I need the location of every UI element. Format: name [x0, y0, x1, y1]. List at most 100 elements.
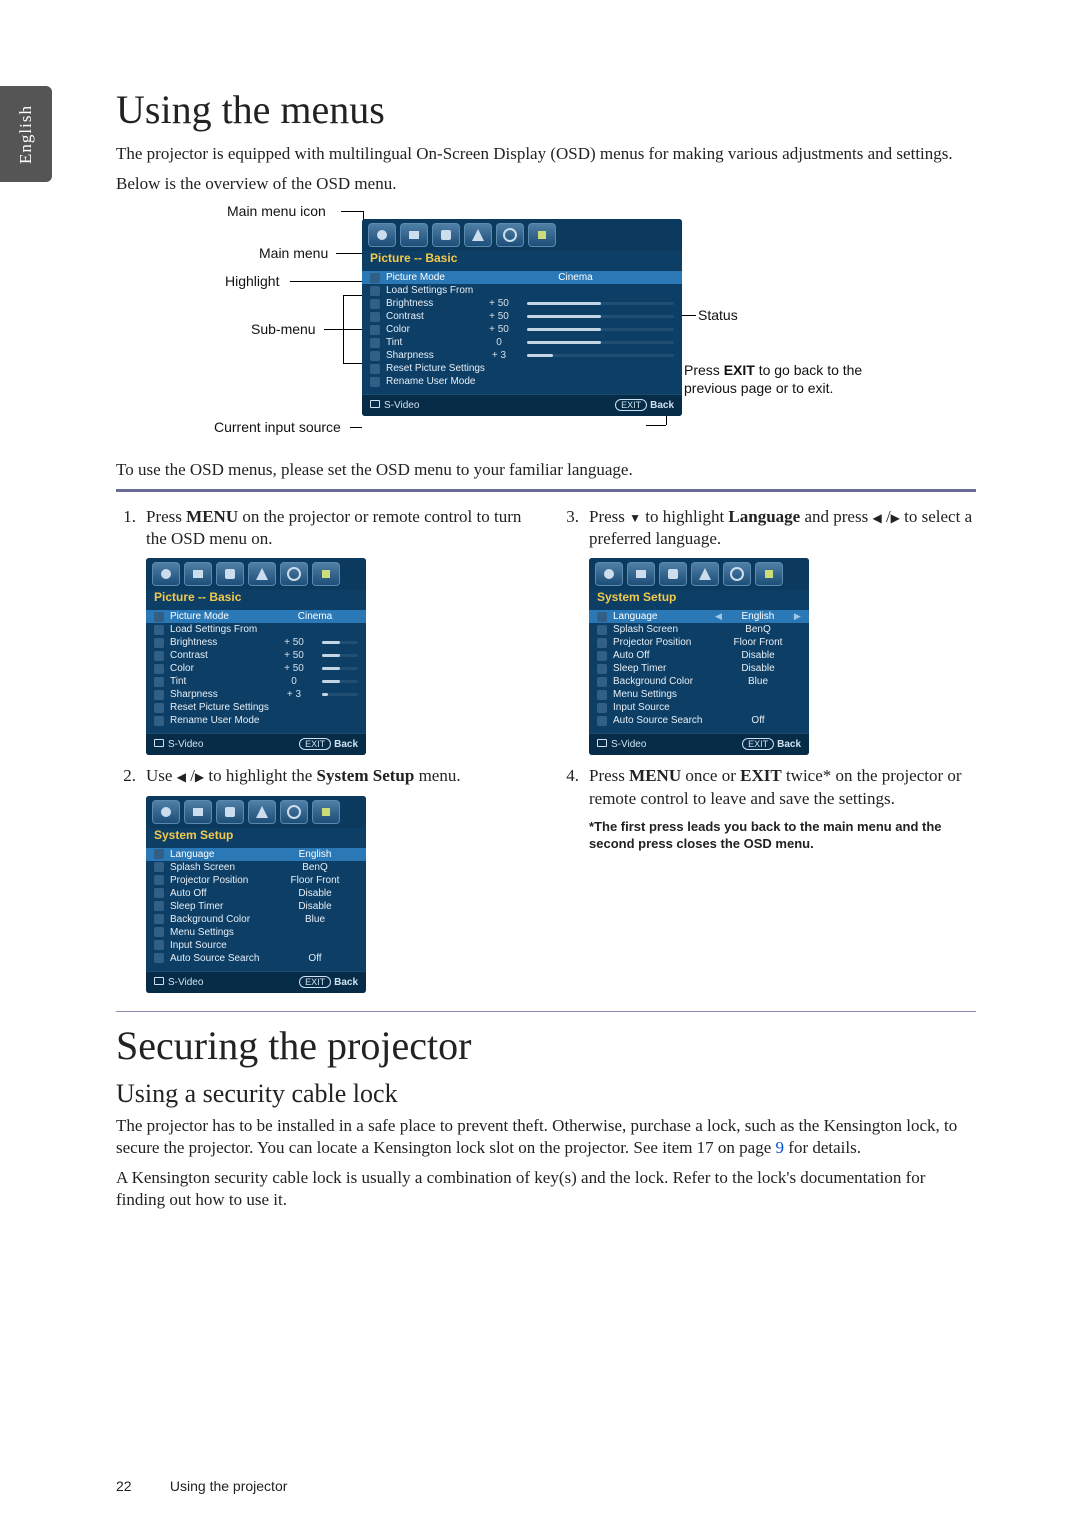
osd-panel-picture-basic-small: Picture -- Basic Picture ModeCinemaLoad … [146, 558, 366, 755]
osd-row: Menu Settings [146, 926, 366, 939]
osd-row: Sharpness+ 3 [362, 349, 682, 362]
osd-row: Auto OffDisable [146, 887, 366, 900]
separator [116, 489, 976, 492]
osd-row: Tint0 [146, 675, 366, 688]
osd-overview-diagram: Main menu icon Main menu Highlight Sub-m… [166, 203, 1026, 443]
step-3: 3. Press ▼ to highlight Language and pre… [559, 506, 976, 550]
step-1: 1. Press MENU on the projector or remote… [116, 506, 533, 550]
label-exit-hint: Press EXIT to go back to the previous pa… [684, 361, 914, 397]
osd-tab-icon [432, 223, 460, 247]
osd-tab-icon [691, 562, 719, 586]
osd-row: Brightness+ 50 [362, 297, 682, 310]
label-current-input: Current input source [214, 419, 341, 435]
osd-tab-icon [312, 800, 340, 824]
osd-tab-icon [216, 800, 244, 824]
osd-row: Menu Settings [589, 688, 809, 701]
osd-row: Splash ScreenBenQ [146, 861, 366, 874]
osd-row: Auto OffDisable [589, 649, 809, 662]
osd-tab-icon [280, 800, 308, 824]
step-4: 4. Press MENU once or EXIT twice* on the… [559, 765, 976, 809]
label-highlight: Highlight [225, 273, 279, 289]
separator [116, 1011, 976, 1012]
osd-row: Contrast+ 50 [362, 310, 682, 323]
osd-row: Projector PositionFloor Front [146, 874, 366, 887]
osd-rows-wide: Picture ModeCinemaLoad Settings FromBrig… [362, 271, 682, 388]
footer-section: Using the projector [170, 1478, 288, 1494]
steps-left: 1. Press MENU on the projector or remote… [116, 506, 533, 1002]
page-number: 22 [116, 1478, 166, 1494]
osd-tab-icon [248, 562, 276, 586]
osd-row: Auto Source SearchOff [146, 952, 366, 965]
osd-row: Language◀English▶ [589, 610, 809, 623]
osd-tab-icon [627, 562, 655, 586]
osd-row: Input Source [589, 701, 809, 714]
osd-row: Tint0 [362, 336, 682, 349]
page-ref-link[interactable]: 9 [776, 1138, 785, 1157]
intro-para-1: The projector is equipped with multiling… [116, 143, 976, 165]
osd-tab-icon [368, 223, 396, 247]
osd-row: Picture ModeCinema [146, 610, 366, 623]
osd-tab-icon [659, 562, 687, 586]
osd-row: Picture ModeCinema [362, 271, 682, 284]
label-main-menu-icon: Main menu icon [227, 203, 326, 219]
securing-para-1: The projector has to be installed in a s… [116, 1115, 976, 1159]
down-arrow-icon: ▼ [629, 511, 641, 527]
subsection-heading-cablelock: Using a security cable lock [116, 1079, 976, 1109]
osd-tab-icon [755, 562, 783, 586]
label-main-menu: Main menu [259, 245, 328, 261]
osd-row: Color+ 50 [362, 323, 682, 336]
osd-row: Rename User Mode [362, 375, 682, 388]
osd-row: Splash ScreenBenQ [589, 623, 809, 636]
osd-row: Background ColorBlue [146, 913, 366, 926]
osd-row: Reset Picture Settings [362, 362, 682, 375]
right-arrow-icon: ▶ [891, 511, 900, 527]
osd-tab-icon [184, 800, 212, 824]
osd-tab-icon [216, 562, 244, 586]
osd-row: Background ColorBlue [589, 675, 809, 688]
osd-panel-system-setup-right: System Setup Language◀English▶Splash Scr… [589, 558, 809, 755]
osd-row: Rename User Mode [146, 714, 366, 727]
osd-row: Load Settings From [146, 623, 366, 636]
osd-title: Picture -- Basic [362, 251, 682, 271]
osd-row: Sleep TimerDisable [589, 662, 809, 675]
step-note: *The first press leads you back to the m… [589, 818, 976, 853]
osd-row: Contrast+ 50 [146, 649, 366, 662]
osd-row: LanguageEnglish [146, 848, 366, 861]
page-content: Using the menus The projector is equippe… [116, 86, 976, 1219]
osd-row: Input Source [146, 939, 366, 952]
osd-tab-icon [723, 562, 751, 586]
osd-row: Projector PositionFloor Front [589, 636, 809, 649]
osd-tab-icon [312, 562, 340, 586]
right-arrow-icon: ▶ [195, 770, 204, 786]
osd-panel-picture-basic-wide: Picture -- Basic Picture ModeCinemaLoad … [362, 219, 682, 416]
osd-language-hint: To use the OSD menus, please set the OSD… [116, 459, 976, 481]
osd-row: Brightness+ 50 [146, 636, 366, 649]
osd-row: Sharpness+ 3 [146, 688, 366, 701]
osd-tab-icon [400, 223, 428, 247]
label-status: Status [698, 307, 738, 323]
osd-tab-icon [184, 562, 212, 586]
steps-right: 3. Press ▼ to highlight Language and pre… [559, 506, 976, 1002]
osd-tab-icon [152, 562, 180, 586]
language-side-tab: English [0, 86, 52, 182]
steps-columns: 1. Press MENU on the projector or remote… [116, 506, 976, 1002]
osd-tab-icon [595, 562, 623, 586]
left-arrow-icon: ◀ [872, 511, 881, 527]
osd-tab-icon [496, 223, 524, 247]
label-sub-menu: Sub-menu [251, 321, 316, 337]
page-footer: 22 Using the projector [116, 1478, 287, 1494]
section-heading-securing: Securing the projector [116, 1022, 976, 1069]
step-2: 2. Use ◀ /▶ to highlight the System Setu… [116, 765, 533, 787]
osd-row: Color+ 50 [146, 662, 366, 675]
osd-panel-system-setup-left: System Setup LanguageEnglishSplash Scree… [146, 796, 366, 993]
osd-row: Auto Source SearchOff [589, 714, 809, 727]
osd-tab-bar [362, 219, 682, 251]
left-arrow-icon: ◀ [177, 770, 186, 786]
osd-tab-icon [152, 800, 180, 824]
osd-tab-icon [464, 223, 492, 247]
intro-para-2: Below is the overview of the OSD menu. [116, 173, 976, 195]
osd-tab-icon [280, 562, 308, 586]
securing-para-2: A Kensington security cable lock is usua… [116, 1167, 976, 1211]
osd-row: Load Settings From [362, 284, 682, 297]
osd-row: Sleep TimerDisable [146, 900, 366, 913]
